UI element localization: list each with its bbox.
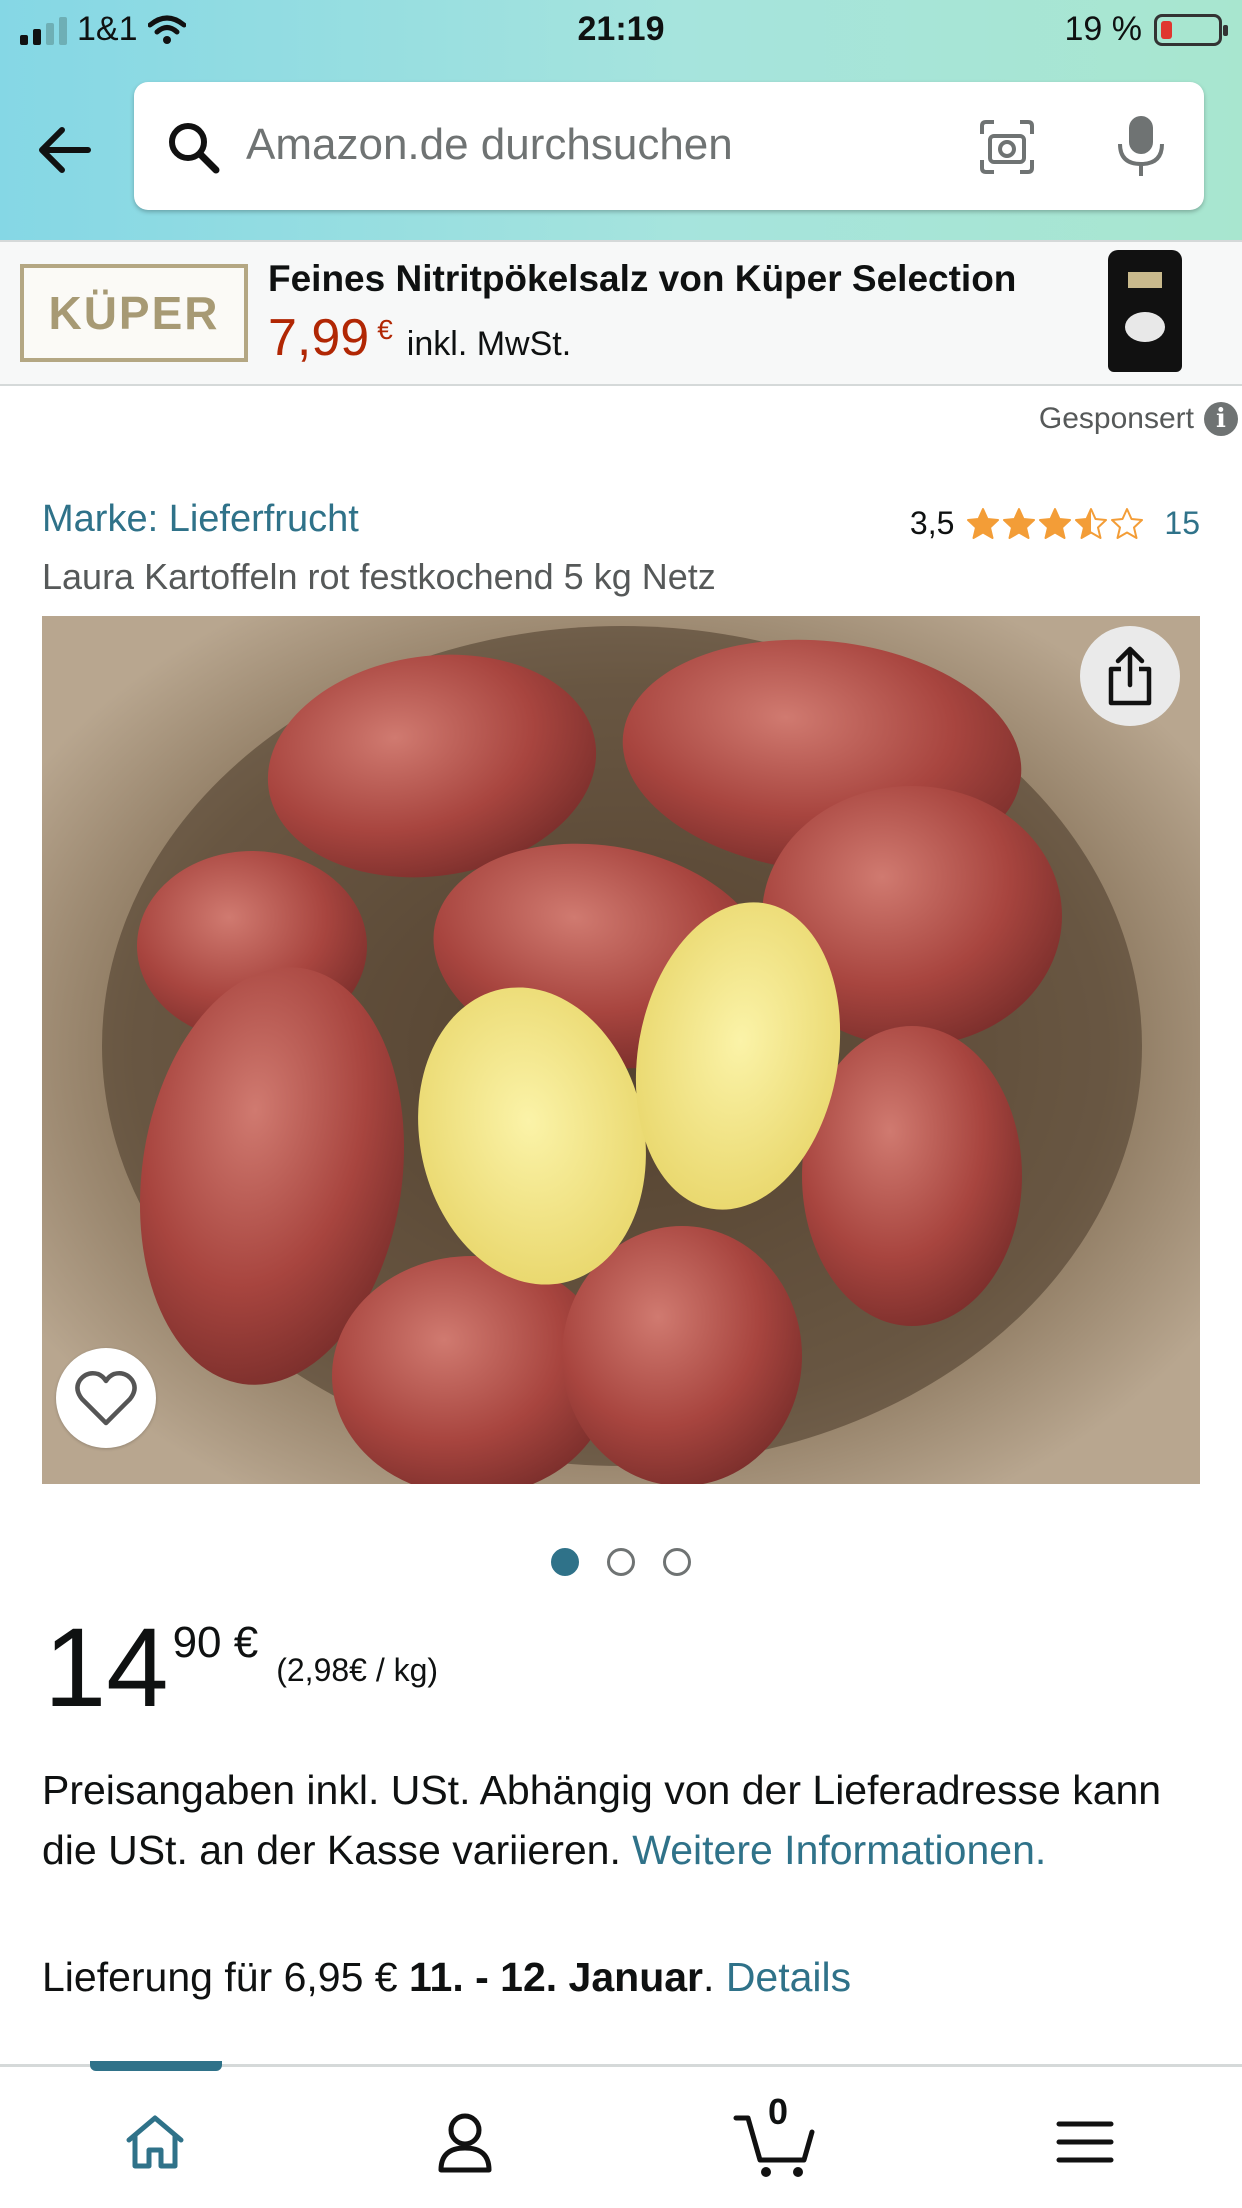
- star-icon: [967, 507, 1000, 539]
- battery-percent: 19 %: [1064, 10, 1143, 48]
- nav-account[interactable]: [420, 2097, 510, 2187]
- search-icon: [169, 123, 220, 174]
- ad-tax-note: inkl. MwSt.: [406, 325, 572, 363]
- microphone-icon[interactable]: [1112, 112, 1170, 180]
- price: 14 90 € (2,98€ / kg): [44, 1612, 438, 1724]
- pagination-dot[interactable]: [663, 1548, 691, 1576]
- menu-icon: [1056, 2121, 1114, 2163]
- brand-logo: KÜPER: [20, 264, 248, 362]
- star-rating: [966, 507, 1144, 541]
- bottom-nav: 0: [0, 2061, 1242, 2208]
- star-icon: [1111, 507, 1144, 539]
- pagination-dot[interactable]: [607, 1548, 635, 1576]
- header: 1&1 21:19 19 % Amazon.de durchsuchen: [0, 0, 1242, 240]
- product-title: Laura Kartoffeln rot festkochend 5 kg Ne…: [42, 556, 716, 597]
- back-arrow-icon[interactable]: [30, 110, 100, 180]
- more-info-link[interactable]: Weitere Informationen.: [632, 1827, 1046, 1873]
- tax-note: Preisangaben inkl. USt. Abhängig von der…: [42, 1760, 1202, 1880]
- rating-summary[interactable]: 3,5 15: [910, 505, 1200, 542]
- nav-home[interactable]: [110, 2097, 200, 2187]
- heart-icon: [75, 1371, 137, 1426]
- active-tab-indicator: [90, 2061, 222, 2071]
- delivery-details-link[interactable]: Details: [726, 1954, 851, 2000]
- delivery-info: Lieferung für 6,95 € 11. - 12. Januar. D…: [42, 1954, 851, 2001]
- unit-price: (2,98€ / kg): [276, 1652, 439, 1688]
- ad-price-value: 7,99: [268, 309, 370, 367]
- clock: 21:19: [577, 10, 665, 48]
- battery: 19 %: [1064, 10, 1228, 49]
- sponsored-banner[interactable]: KÜPER Feines Nitritpökelsalz von Küper S…: [0, 240, 1242, 386]
- delivery-suffix: .: [703, 1954, 715, 2000]
- potato-sack-photo: [42, 616, 1200, 1484]
- image-pagination[interactable]: [0, 1548, 1242, 1576]
- product-image[interactable]: [42, 616, 1200, 1484]
- delivery-dates: 11. - 12. Januar: [409, 1954, 704, 2000]
- nav-cart[interactable]: 0: [730, 2091, 820, 2187]
- star-icon: [1039, 507, 1072, 539]
- camera-icon[interactable]: [976, 116, 1038, 178]
- star-icon: [1075, 507, 1108, 539]
- ad-product-image[interactable]: [1108, 250, 1182, 372]
- delivery-prefix: Lieferung für 6,95 €: [42, 1954, 398, 2000]
- share-icon: [1108, 646, 1152, 706]
- search-bar[interactable]: Amazon.de durchsuchen: [134, 82, 1204, 210]
- ad-price-currency: €: [377, 314, 393, 345]
- battery-icon: [1154, 13, 1228, 46]
- ad-price: 7,99 € inkl. MwSt.: [268, 308, 571, 368]
- brand-link[interactable]: Marke: Lieferfrucht: [42, 498, 359, 541]
- share-button[interactable]: [1080, 626, 1180, 726]
- wishlist-button[interactable]: [56, 1348, 156, 1448]
- sponsored-label[interactable]: Gesponsert i: [1039, 402, 1238, 436]
- home-icon: [126, 2115, 184, 2169]
- star-icon: [1003, 507, 1036, 539]
- cart-count: 0: [768, 2091, 789, 2132]
- rating-value: 3,5: [909, 505, 955, 541]
- price-whole: 14: [44, 1605, 169, 1730]
- sponsored-text: Gesponsert: [1038, 402, 1194, 435]
- info-icon[interactable]: i: [1204, 402, 1238, 436]
- account-icon: [438, 2113, 492, 2173]
- search-input[interactable]: Amazon.de durchsuchen: [246, 120, 733, 170]
- pagination-dot[interactable]: [551, 1548, 579, 1576]
- price-fraction: 90 €: [172, 1618, 259, 1667]
- ad-title[interactable]: Feines Nitritpökelsalz von Küper Selecti…: [268, 258, 1016, 300]
- status-bar: 1&1 21:19 19 %: [0, 0, 1242, 70]
- review-count[interactable]: 15: [1164, 505, 1200, 542]
- nav-menu[interactable]: [1040, 2097, 1130, 2187]
